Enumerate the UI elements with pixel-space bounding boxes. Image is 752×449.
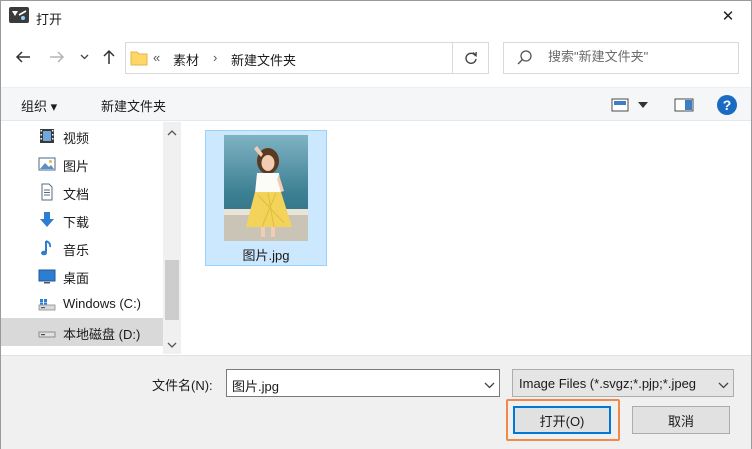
file-name-label: 文件名(N): bbox=[152, 378, 213, 393]
breadcrumb-item[interactable]: 新建文件夹 bbox=[231, 50, 296, 69]
sidebar-item-label: 视频 bbox=[63, 131, 90, 146]
folder-icon bbox=[130, 50, 148, 69]
sidebar-item-music[interactable]: 音乐 bbox=[1, 234, 163, 262]
open-button[interactable]: 打开(O) bbox=[513, 406, 611, 434]
file-type-dropdown[interactable] bbox=[718, 377, 729, 392]
recent-locations-button[interactable] bbox=[77, 47, 91, 67]
documents-icon bbox=[38, 183, 56, 201]
sidebar-item-label: 音乐 bbox=[63, 243, 90, 258]
navigation-pane: 视频 图片 文档 下载 音乐 桌面 Windows (C:) 本地磁盘 (D:) bbox=[1, 122, 181, 354]
scroll-down-arrow[interactable] bbox=[167, 340, 177, 350]
breadcrumb-overflow[interactable]: « bbox=[153, 50, 160, 65]
up-button[interactable] bbox=[99, 47, 119, 67]
search-input[interactable] bbox=[548, 49, 728, 64]
desktop-icon bbox=[38, 267, 56, 285]
help-icon: ? bbox=[717, 95, 737, 115]
file-list[interactable]: 图片.jpg bbox=[185, 122, 751, 354]
navigation-bar: « 素材 › 新建文件夹 bbox=[1, 37, 751, 79]
organize-menu[interactable]: 组织 ▾ bbox=[21, 96, 57, 115]
chevron-down-icon bbox=[484, 382, 495, 389]
command-bar: 组织 ▾ 新建文件夹 ? bbox=[1, 87, 751, 121]
dialog-footer: 文件名(N): 图片.jpg Image Files (*.svgz;*.pjp… bbox=[1, 355, 751, 449]
refresh-button[interactable] bbox=[452, 43, 488, 73]
sidebar-item-label: 桌面 bbox=[63, 271, 90, 286]
music-icon bbox=[38, 239, 56, 257]
search-box[interactable] bbox=[503, 42, 739, 74]
file-name-dropdown[interactable] bbox=[484, 377, 495, 392]
chevron-down-icon bbox=[167, 342, 177, 348]
cancel-button[interactable]: 取消 bbox=[632, 406, 730, 434]
window-title: 打开 bbox=[36, 12, 63, 27]
preview-pane-button[interactable] bbox=[674, 94, 694, 116]
sidebar-item-label: Windows (C:) bbox=[63, 296, 142, 311]
sidebar-item-label: 文档 bbox=[63, 187, 90, 202]
sidebar-item-drive-d[interactable]: 本地磁盘 (D:) bbox=[1, 318, 163, 346]
sidebar-item-label: 下载 bbox=[63, 215, 90, 230]
sidebar-item-downloads[interactable]: 下载 bbox=[1, 206, 163, 234]
arrow-up-icon bbox=[103, 49, 115, 64]
file-name-value[interactable]: 图片.jpg bbox=[232, 376, 279, 395]
file-name-field[interactable]: 图片.jpg bbox=[226, 369, 500, 397]
sidebar-item-documents[interactable]: 文档 bbox=[1, 178, 163, 206]
sidebar-item-pictures[interactable]: 图片 bbox=[1, 150, 163, 178]
file-name: 图片.jpg bbox=[242, 248, 290, 263]
drive-c-icon bbox=[38, 295, 56, 313]
file-item[interactable]: 图片.jpg bbox=[205, 130, 327, 266]
new-folder-button[interactable]: 新建文件夹 bbox=[101, 96, 166, 115]
help-button[interactable]: ? bbox=[717, 94, 737, 116]
sidebar-item-videos[interactable]: 视频 bbox=[1, 122, 163, 150]
file-type-select[interactable]: Image Files (*.svgz;*.pjp;*.jpeg bbox=[512, 369, 734, 397]
close-icon: ✕ bbox=[721, 8, 735, 25]
chevron-down-icon bbox=[718, 382, 729, 389]
image-thumbnail bbox=[224, 135, 308, 241]
open-file-dialog: 打开 ✕ « 素材 › 新建文件夹 搜索"新建文件夹" 组织 ▾ 新建文件夹 ?… bbox=[0, 0, 752, 449]
preview-pane-icon bbox=[674, 98, 694, 112]
refresh-icon bbox=[464, 51, 477, 64]
pictures-icon bbox=[38, 155, 56, 173]
downloads-icon bbox=[38, 211, 56, 229]
address-bar[interactable]: « 素材 › 新建文件夹 bbox=[125, 42, 489, 74]
arrow-right-icon bbox=[50, 51, 65, 63]
scrollbar-thumb[interactable] bbox=[165, 260, 179, 320]
change-view-button[interactable] bbox=[611, 94, 629, 116]
chevron-down-icon bbox=[80, 54, 88, 60]
view-icon bbox=[611, 98, 629, 112]
scroll-up-arrow[interactable] bbox=[167, 128, 177, 138]
view-options-button[interactable] bbox=[638, 94, 648, 116]
back-button[interactable] bbox=[13, 47, 33, 67]
chevron-up-icon bbox=[167, 130, 177, 136]
chevron-down-icon bbox=[638, 102, 648, 108]
video-icon bbox=[38, 127, 56, 145]
app-icon bbox=[9, 7, 29, 25]
file-type-value: Image Files (*.svgz;*.pjp;*.jpeg bbox=[519, 376, 697, 391]
close-button[interactable]: ✕ bbox=[705, 1, 751, 31]
sidebar-item-desktop[interactable]: 桌面 bbox=[1, 262, 163, 290]
breadcrumb-item[interactable]: 素材 bbox=[173, 50, 199, 69]
breadcrumb-separator[interactable]: › bbox=[213, 50, 217, 65]
sidebar-item-drive-c[interactable]: Windows (C:) bbox=[1, 290, 163, 318]
drive-d-icon bbox=[38, 323, 56, 341]
arrow-left-icon bbox=[15, 51, 30, 63]
title-bar: 打开 ✕ bbox=[1, 1, 751, 33]
search-icon bbox=[516, 49, 534, 70]
sidebar-item-label: 图片 bbox=[63, 159, 90, 174]
forward-button[interactable] bbox=[47, 47, 67, 67]
sidebar-item-label: 本地磁盘 (D:) bbox=[63, 327, 141, 342]
navigation-pane-scrollbar[interactable] bbox=[163, 122, 181, 354]
